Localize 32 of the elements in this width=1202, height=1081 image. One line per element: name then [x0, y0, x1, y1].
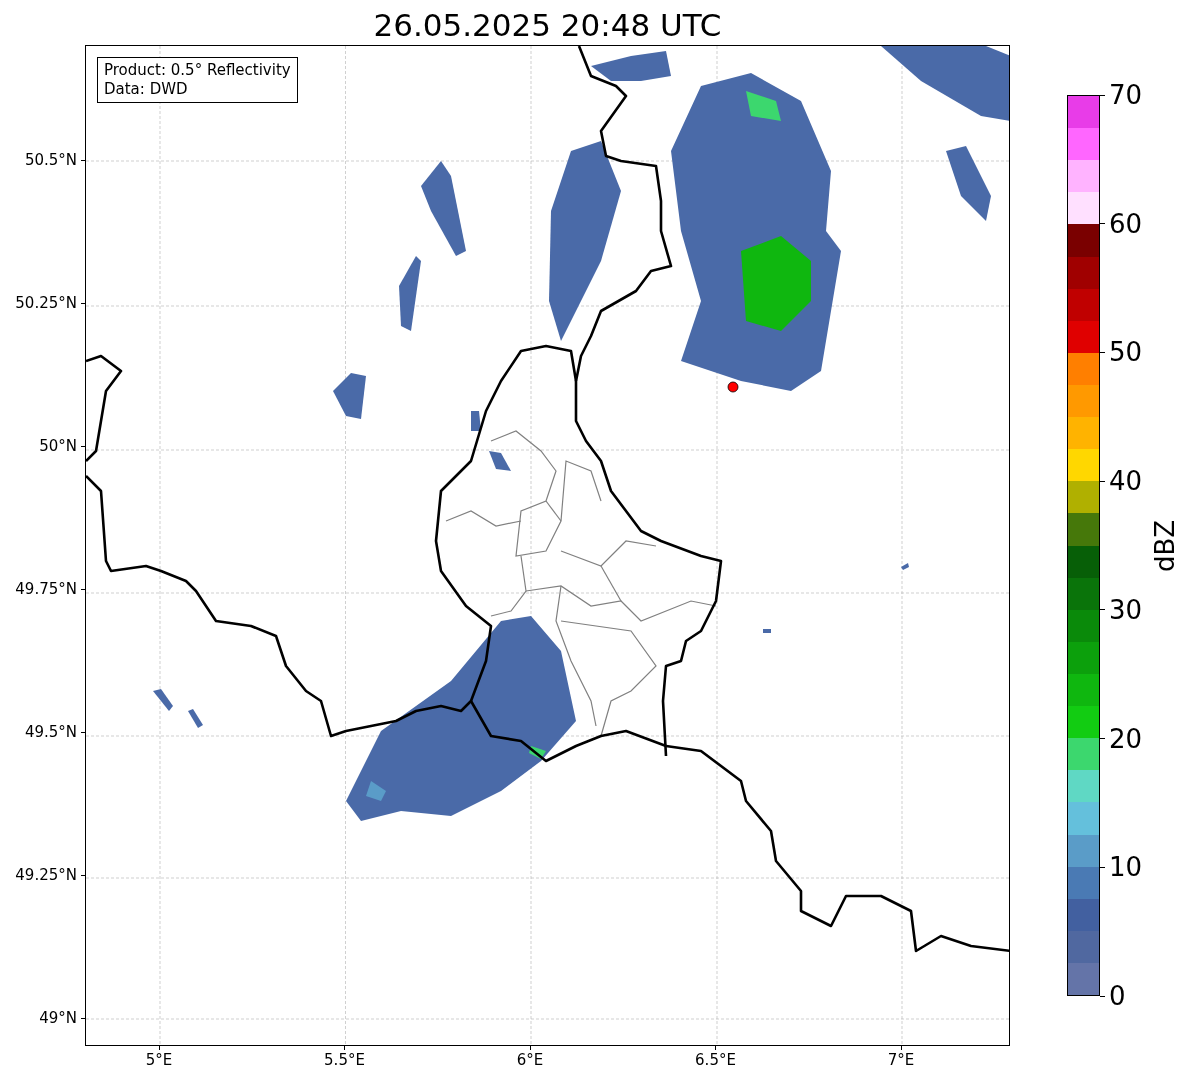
legend-text: Data: DWD — [104, 80, 189, 99]
colorbar-tick-label: 40 — [1109, 466, 1143, 497]
colorbar-tick-label: 60 — [1109, 208, 1143, 239]
colorbar-tick-label: 50 — [1109, 337, 1143, 368]
chart-title: 26.05.2025 20:48 UTC — [373, 6, 722, 45]
radar-echo — [901, 563, 909, 570]
longitude-label: 5°E — [145, 1050, 173, 1070]
colorbar-tick-label: 10 — [1109, 852, 1143, 883]
radar-echo — [471, 411, 481, 431]
radar-echo — [489, 451, 511, 471]
colorbar-tick-label: 70 — [1109, 80, 1143, 110]
longitude-label: 7°E — [887, 1050, 915, 1070]
colorbar-tick-label: 0 — [1109, 981, 1126, 1011]
longitude-label: 5.5°E — [324, 1050, 365, 1070]
latitude-label: 50°N — [39, 437, 77, 455]
longitude-label: 6°E — [516, 1050, 544, 1070]
radar-echo — [153, 689, 173, 711]
radar-echo — [763, 629, 771, 633]
radar-site-marker — [727, 381, 739, 393]
radar-echo — [333, 373, 366, 419]
latitude-label: 49.25°N — [15, 866, 77, 884]
longitude-label: 6.5°E — [695, 1050, 736, 1070]
latitude-label: 49.75°N — [15, 580, 77, 598]
colorbar-title: dBZ — [1150, 519, 1180, 572]
legend-text: Product: 0.5° Reflectivity — [104, 61, 291, 80]
latitude-label: 49°N — [39, 1009, 77, 1027]
colorbar-tick-label: 20 — [1109, 723, 1143, 754]
radar-echo — [188, 709, 203, 728]
latitude-label: 50.25°N — [15, 294, 77, 312]
colorbar-tick-label: 30 — [1109, 594, 1143, 625]
latitude-label: 50.5°N — [24, 151, 77, 169]
latitude-label: 49.5°N — [24, 723, 77, 741]
